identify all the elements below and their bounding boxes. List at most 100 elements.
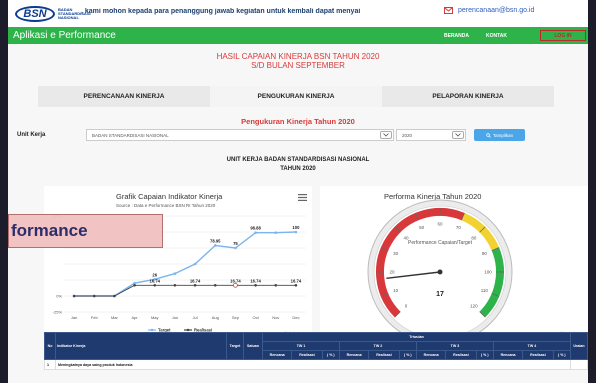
tab-pengukuran[interactable]: PENGUKURAN KINERJA xyxy=(210,86,382,107)
data-label: 16.74 xyxy=(190,278,201,283)
target-point xyxy=(294,230,298,234)
browser-page: BSN BADAN STANDARDISASI NASIONAL , kami … xyxy=(8,0,588,383)
line-chart: 125%0%-25%JanFebMarAprMayJunJulAugSepOct… xyxy=(52,214,306,333)
top-bar: BSN BADAN STANDARDISASI NASIONAL , kami … xyxy=(8,0,588,27)
unit-kerja-select[interactable]: BADAN STANDARDISASI NASIONAL xyxy=(86,129,394,141)
realisasi-point xyxy=(92,294,96,298)
col-tw1: TW 1 xyxy=(262,341,340,351)
tab-pelaporan[interactable]: PELAPORAN KINERJA xyxy=(382,86,554,107)
col-tw2: TW 2 xyxy=(338,341,417,351)
nav-beranda[interactable]: BERANDA xyxy=(444,33,469,39)
subheader-persen: ( % ) xyxy=(321,350,340,360)
subheader-realisasi: Realisasi xyxy=(445,350,477,360)
col-satuan: Satuan xyxy=(243,332,263,360)
mail-icon xyxy=(444,7,453,14)
announcement-ticker: , kami mohon kepada para penanggung jawa… xyxy=(81,8,361,15)
target-point xyxy=(234,246,237,250)
subheader-realisasi: Realisasi xyxy=(291,350,323,360)
legend-realisasi-marker xyxy=(186,328,190,332)
nav-kontak[interactable]: KONTAK xyxy=(486,33,507,39)
x-tick-label: Nov xyxy=(272,315,279,320)
x-tick-label: Aug xyxy=(212,315,219,320)
subheader-realisasi: Realisasi xyxy=(522,350,554,360)
y-tick-label: 0% xyxy=(56,294,62,299)
page-title-line2: S/D BULAN SEPTEMBER xyxy=(251,61,345,70)
line-chart-panel: Grafik Capaian Indikator Kinerja Source … xyxy=(44,186,312,338)
gauge-tick-label: 60 xyxy=(437,222,443,227)
year-value: 2020 xyxy=(402,132,413,138)
subheader-persen: ( % ) xyxy=(475,350,494,360)
gauge-tick-label: 110 xyxy=(481,288,489,293)
realisasi-point xyxy=(294,283,298,287)
bsn-logo[interactable]: BSN BADAN STANDARDISASI NASIONAL xyxy=(15,4,91,23)
unit-kerja-value: BADAN STANDARDISASI NASIONAL xyxy=(92,132,169,138)
data-label: 16.74 xyxy=(150,278,161,283)
chevron-down-icon[interactable] xyxy=(380,131,392,139)
gauge-chart: 0102030405060708090100110120Performance … xyxy=(367,199,513,338)
realisasi-point xyxy=(274,283,278,287)
main-content: HASIL CAPAIAN KINERJA BSN TAHUN 2020 S/D… xyxy=(8,44,588,383)
search-icon xyxy=(486,132,491,138)
gauge-pivot xyxy=(437,269,443,275)
realisasi-point xyxy=(173,283,177,287)
target-point xyxy=(173,272,177,275)
x-tick-label: Oct xyxy=(252,315,259,320)
year-select[interactable]: 2020 xyxy=(396,129,466,141)
gauge-tick-label: 90 xyxy=(482,251,488,256)
realisasi-point xyxy=(153,283,157,287)
x-tick-label: Sep xyxy=(232,315,240,320)
unit-kerja-label: Unit Kerja xyxy=(17,132,46,138)
subheader-rencana: Rencana xyxy=(261,350,293,360)
logo-mark: BSN xyxy=(15,5,55,22)
subheader-rencana: Rencana xyxy=(492,350,524,360)
realisasi-line xyxy=(74,284,296,297)
unit-heading-line1: UNIT KERJA BADAN STANDARDISASI NASIONAL xyxy=(226,157,370,163)
data-label: 16.74 xyxy=(250,278,261,283)
unit-heading: UNIT KERJA BADAN STANDARDISASI NASIONAL … xyxy=(8,156,588,174)
target-point xyxy=(213,244,217,247)
col-indikator: Indikator Kinerja xyxy=(55,332,227,360)
gauge-tick-label: 100 xyxy=(484,270,492,275)
tab-perencanaan[interactable]: PERENCANAAN KINERJA xyxy=(38,86,210,107)
page-title-line1: HASIL CAPAIAN KINERJA BSN TAHUN 2020 xyxy=(216,52,380,61)
x-tick-label: Mar xyxy=(111,315,119,320)
email-link[interactable]: perencanaan@bsn.go.id xyxy=(444,7,534,14)
y-tick-label: -25% xyxy=(53,310,63,315)
chevron-down-icon[interactable] xyxy=(452,131,464,139)
data-label: 78.95 xyxy=(210,238,221,243)
col-tw4: TW 4 xyxy=(492,341,572,351)
col-uraian: Uraian xyxy=(570,332,588,360)
x-tick-label: Feb xyxy=(91,315,99,320)
gauge-tick-label: 120 xyxy=(470,303,478,308)
gauge-tick-label: 20 xyxy=(389,270,395,275)
x-tick-label: Apr xyxy=(131,315,138,320)
login-button[interactable]: LOG IN xyxy=(540,30,586,41)
x-tick-label: Jul xyxy=(193,315,198,320)
col-target: Target xyxy=(226,332,244,360)
gauge-tick-label: 30 xyxy=(393,251,399,256)
gauge-tick-label: 50 xyxy=(419,225,425,230)
kinerja-table: No Indikator Kinerja Target Satuan Triwu… xyxy=(44,332,588,370)
table-row[interactable]: 1 Meningkatnya daya saing produk Indones… xyxy=(44,359,588,370)
row-no: 1 xyxy=(44,359,56,370)
email-text: perencanaan@bsn.go.id xyxy=(458,7,535,14)
main-navbar: Aplikasi e Performance BERANDA KONTAK LO… xyxy=(8,27,588,44)
subheader-persen: ( % ) xyxy=(552,350,572,360)
realisasi-point xyxy=(133,283,136,287)
row-indikator: Meningkatnya daya saing produk Indonesia xyxy=(55,359,571,370)
realisasi-point xyxy=(254,283,257,287)
legend-target-marker xyxy=(150,328,154,332)
col-no: No xyxy=(44,332,56,360)
subheader-persen: ( % ) xyxy=(398,350,417,360)
target-point xyxy=(193,262,197,266)
gauge-tick-label: 80 xyxy=(471,236,477,241)
gauge-tick-label: 10 xyxy=(393,288,399,293)
x-tick-label: Jan xyxy=(71,315,77,320)
data-label: 16.74 xyxy=(291,278,302,283)
gauge-value: 17 xyxy=(436,291,444,298)
realisasi-point xyxy=(193,283,197,287)
unit-heading-line2: TAHUN 2020 xyxy=(280,166,316,172)
x-tick-label: May xyxy=(151,315,159,320)
app-brand[interactable]: Aplikasi e Performance xyxy=(13,30,116,41)
tampilkan-button[interactable]: Tampilkan xyxy=(474,129,525,141)
